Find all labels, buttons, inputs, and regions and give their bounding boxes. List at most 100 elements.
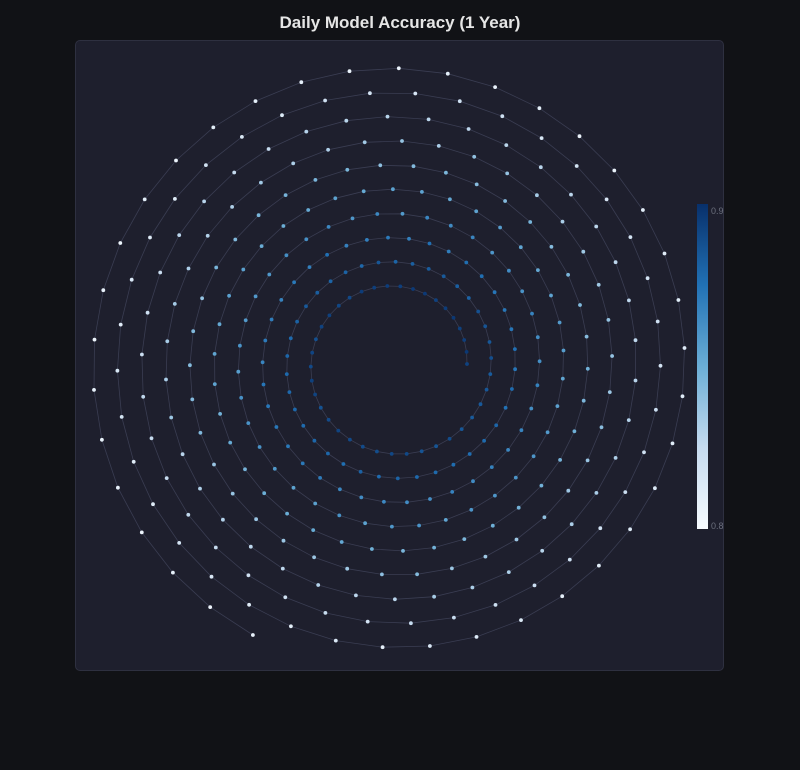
data-point[interactable] [487,340,492,344]
data-point[interactable] [188,363,192,368]
data-point[interactable] [474,182,479,187]
data-point[interactable] [382,499,386,504]
data-point[interactable] [214,265,219,270]
data-point[interactable] [230,205,235,209]
data-point[interactable] [338,487,342,492]
data-point[interactable] [253,294,258,299]
data-point[interactable] [448,223,453,228]
data-point[interactable] [471,479,475,484]
data-point[interactable] [503,405,508,410]
data-point[interactable] [514,537,519,542]
data-point[interactable] [558,458,562,462]
data-point[interactable] [344,243,349,248]
data-point[interactable] [513,475,518,480]
data-point[interactable] [415,572,419,577]
data-point[interactable] [238,343,242,348]
data-point[interactable] [464,350,469,354]
data-point[interactable] [315,290,320,295]
data-point[interactable] [539,136,544,141]
data-point[interactable] [542,515,547,520]
data-point[interactable] [177,233,182,238]
data-point[interactable] [190,397,195,402]
data-point[interactable] [585,366,590,371]
data-point[interactable] [286,444,290,449]
data-point[interactable] [446,249,451,254]
data-point[interactable] [612,168,617,173]
data-point[interactable] [462,537,467,541]
data-point[interactable] [447,436,452,441]
data-point[interactable] [538,165,543,170]
data-point[interactable] [241,267,246,272]
data-point[interactable] [398,284,403,289]
data-point[interactable] [490,523,495,528]
data-point[interactable] [269,317,274,322]
data-point[interactable] [100,437,104,442]
data-point[interactable] [118,241,123,245]
data-point[interactable] [129,277,134,282]
data-point[interactable] [326,225,331,229]
data-point[interactable] [348,437,352,442]
data-point[interactable] [142,197,147,202]
data-point[interactable] [283,595,288,600]
data-point[interactable] [312,438,317,443]
data-point[interactable] [653,486,657,491]
data-point[interactable] [505,171,510,176]
data-point[interactable] [313,178,318,182]
data-point[interactable] [420,190,424,194]
data-point[interactable] [243,467,247,472]
data-point[interactable] [363,521,367,526]
data-point[interactable] [365,619,370,624]
data-point[interactable] [141,394,146,399]
data-point[interactable] [445,71,450,76]
data-point[interactable] [400,139,404,143]
data-point[interactable] [336,303,341,308]
data-point[interactable] [596,282,601,287]
data-point[interactable] [434,444,438,449]
data-point[interactable] [411,164,416,169]
data-point[interactable] [628,527,632,532]
data-point[interactable] [198,486,202,491]
data-point[interactable] [489,465,494,469]
data-point[interactable] [200,296,205,301]
data-point[interactable] [510,387,514,391]
data-point[interactable] [535,193,539,198]
data-point[interactable] [395,476,400,481]
data-point[interactable] [560,594,565,599]
data-point[interactable] [427,241,432,246]
data-point[interactable] [280,566,285,571]
data-point[interactable] [115,368,120,373]
data-point[interactable] [489,356,494,360]
data-point[interactable] [459,427,464,431]
data-point[interactable] [641,208,645,212]
data-point[interactable] [503,199,507,203]
data-point[interactable] [566,272,570,277]
data-point[interactable] [243,318,248,323]
data-point[interactable] [359,264,364,268]
data-point[interactable] [345,167,350,172]
data-point[interactable] [288,336,293,341]
data-point[interactable] [345,566,350,571]
data-point[interactable] [391,187,395,192]
data-point[interactable] [389,452,394,456]
data-point[interactable] [560,219,565,224]
data-point[interactable] [92,388,96,392]
data-point[interactable] [452,615,456,620]
data-point[interactable] [627,298,631,303]
data-point[interactable] [623,490,628,494]
data-point[interactable] [314,337,318,342]
data-point[interactable] [212,382,217,386]
data-point[interactable] [436,144,441,148]
data-point[interactable] [380,645,385,650]
data-point[interactable] [148,235,152,240]
data-point[interactable] [488,372,493,376]
data-point[interactable] [304,237,309,242]
data-point[interactable] [289,624,293,629]
data-point[interactable] [607,390,612,394]
data-point[interactable] [493,493,497,498]
data-point[interactable] [466,127,471,131]
data-point[interactable] [333,638,338,643]
data-point[interactable] [386,235,390,240]
data-point[interactable] [101,288,106,293]
data-point[interactable] [165,339,170,344]
data-point[interactable] [433,470,438,475]
